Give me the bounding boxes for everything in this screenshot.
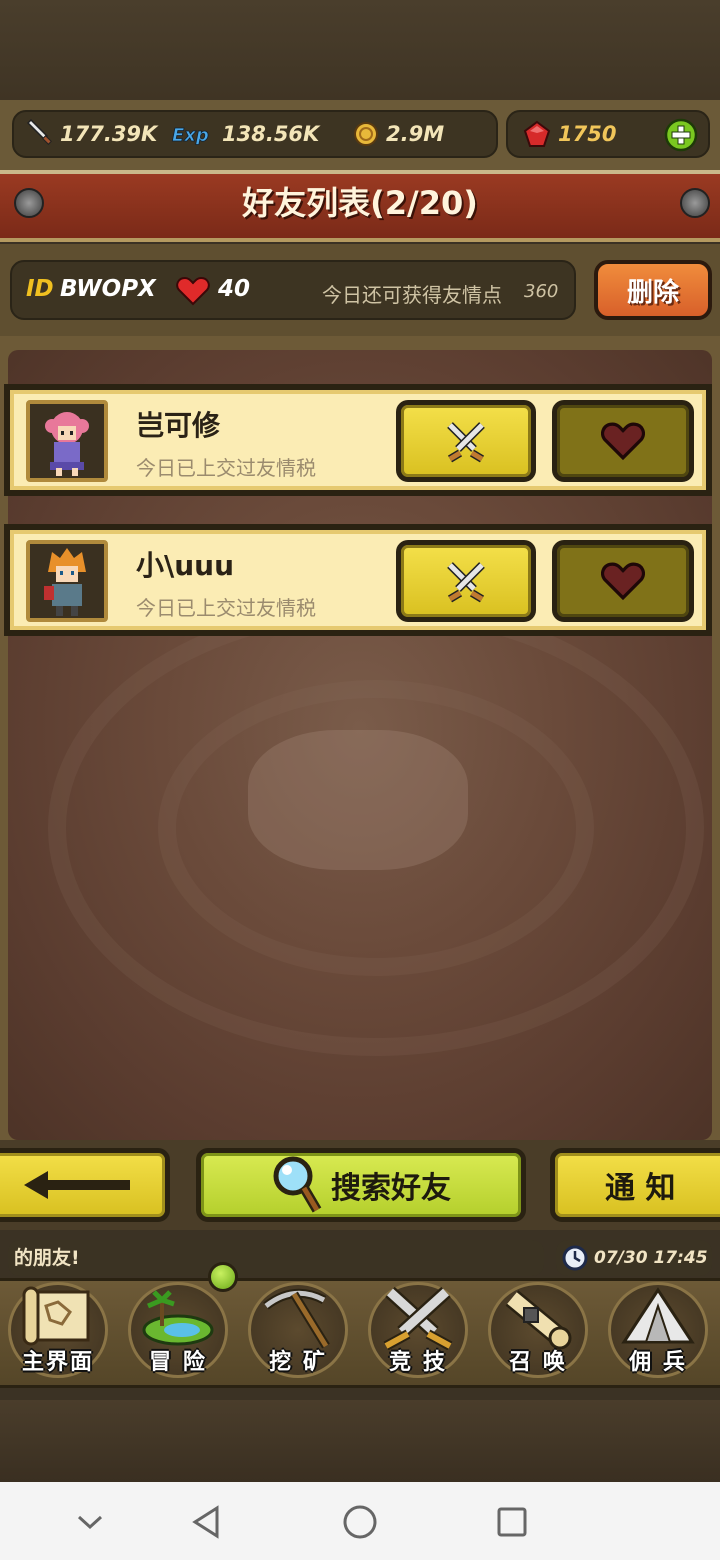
collapse-button[interactable] [70,1502,110,1542]
player-id: BWOPX [60,276,156,302]
magic-circle-center [248,730,468,870]
gold-coin-icon [350,119,380,149]
nav-summon[interactable]: 召 唤 [482,1282,594,1382]
clock-display: 07/30 17:45 [556,1240,712,1276]
battle-button[interactable] [396,540,536,622]
pink-hair-girl-avatar [30,404,104,478]
clock-time: 07/30 17:45 [594,1248,708,1268]
nav-arena[interactable]: 竞 技 [362,1282,474,1382]
nav-label: 竞 技 [389,1350,447,1375]
magnifier-icon [273,1156,322,1213]
id-label: ID [26,276,54,302]
add-gems-button[interactable] [664,118,698,152]
avatar[interactable] [26,540,108,622]
battle-button[interactable] [396,400,536,482]
exp-resource: Exp 138.56K [170,113,320,155]
news-ticker: 的朋友! [8,1240,544,1276]
gem-resource: 1750 [522,113,616,155]
ruby-gem-icon [522,119,552,149]
page-title: 好友列表(2/20) [242,184,478,222]
triangle-back-icon [192,1505,219,1539]
tent-icon [621,1287,695,1344]
back-nav-button[interactable] [186,1502,226,1542]
top-background [0,0,720,100]
heart-icon [601,562,645,601]
nav-label: 冒 险 [149,1350,207,1375]
summon-scroll-icon [505,1290,572,1350]
nav-mercenary[interactable]: 佣 兵 [602,1282,714,1382]
plus-icon [664,118,698,152]
attack-value: 177.39K [60,122,158,146]
friendship-points: 360 [524,281,559,302]
bottom-background [0,1400,720,1482]
send-heart-button[interactable] [552,400,694,482]
map-scroll-icon [22,1286,90,1346]
crossed-swords-icon [447,562,485,603]
friend-status: 今日已上交过友情税 [136,596,316,620]
heart-icon [601,422,645,461]
back-button[interactable] [0,1148,170,1222]
sword-icon [24,119,54,149]
island-icon [142,1290,214,1346]
notify-button[interactable]: 通 知 [550,1148,720,1222]
nav-mining[interactable]: 挖 矿 [242,1282,354,1382]
chevron-down-icon [77,1515,103,1530]
gold-resource: 2.9M [350,113,444,155]
nav-main[interactable]: 主界面 [2,1282,114,1382]
friend-name: 岂可修 [136,409,221,442]
nav-adventure[interactable]: 冒 险 [122,1282,234,1382]
exp-icon: Exp [170,119,216,149]
crossed-swords-icon [383,1286,453,1350]
crossed-swords-icon [447,422,485,463]
friend-name: 小\uuu [136,549,235,582]
send-heart-button[interactable] [552,540,694,622]
clock-icon [562,1245,588,1271]
back-arrow-icon [24,1171,130,1199]
hearts-count: 40 [218,276,251,302]
search-friends-button[interactable]: 搜索好友 [196,1148,526,1222]
search-friends-label: 搜索好友 [331,1171,451,1206]
nav-label: 佣 兵 [629,1350,687,1375]
orange-hair-boy-avatar [30,544,104,618]
home-nav-button[interactable] [340,1502,380,1542]
nav-label: 挖 矿 [269,1350,327,1375]
notification-dot [208,1262,238,1292]
friendship-text: 今日还可获得友情点 [322,283,502,307]
attack-resource: 177.39K [24,113,157,155]
pickaxe-icon [263,1288,330,1349]
notify-label: 通 知 [605,1171,676,1206]
nav-label: 召 唤 [509,1350,567,1375]
svg-text:Exp: Exp [172,125,209,146]
gem-value: 1750 [558,122,617,146]
nav-label: 主界面 [21,1350,94,1375]
exp-value: 138.56K [222,122,320,146]
avatar[interactable] [26,400,108,482]
recents-nav-button[interactable] [492,1502,532,1542]
friend-status: 今日已上交过友情税 [136,456,316,480]
delete-button[interactable]: 删除 [594,260,712,320]
square-recents-icon [497,1507,527,1537]
heart-icon [176,276,210,310]
circle-home-icon [343,1505,377,1539]
gold-value: 2.9M [386,122,445,146]
